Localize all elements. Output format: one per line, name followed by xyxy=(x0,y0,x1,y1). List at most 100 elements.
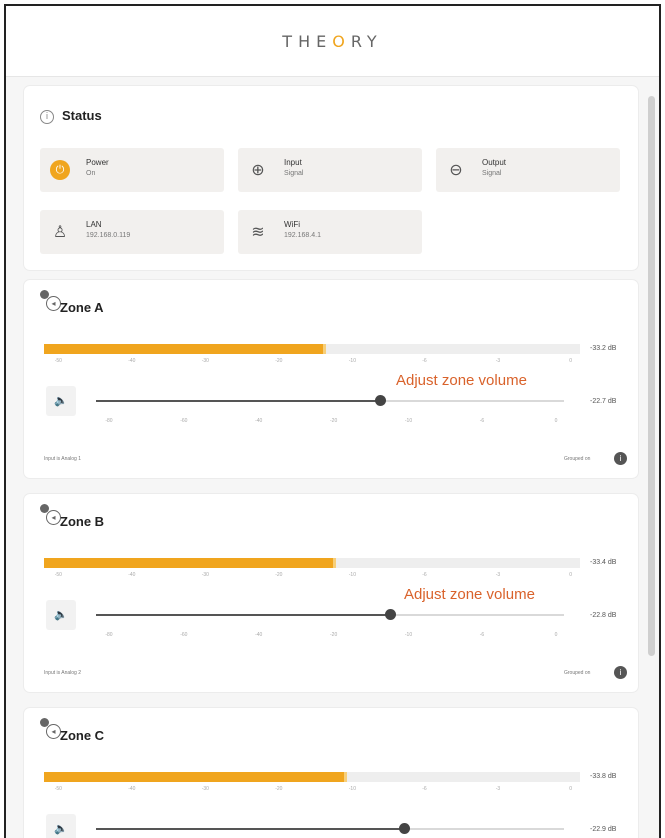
tick-label: 0 xyxy=(554,418,558,424)
meter-ticks: -50 -40 -30 -20 -10 -6 -3 0 xyxy=(44,358,580,366)
slider-knob[interactable] xyxy=(398,823,410,834)
tick-label: -80 xyxy=(105,632,113,638)
input-source-label: Input is Analog 1 xyxy=(44,456,81,462)
zone-title: Zone C xyxy=(60,728,105,743)
volume-value: -22.7 dB xyxy=(590,398,617,405)
wifi-icon: ≋ xyxy=(251,222,265,241)
tile-value: On xyxy=(86,170,96,177)
tile-value: Signal xyxy=(284,170,304,177)
slider-run xyxy=(96,400,382,402)
mute-button[interactable]: 🔈 xyxy=(46,600,76,630)
input-icon: ⊕ xyxy=(251,160,265,179)
zone-power-toggle-icon[interactable]: ◂ xyxy=(46,510,61,525)
meter-ticks: -50 -40 -30 -20 -10 -6 -3 0 xyxy=(44,572,580,580)
slider-ticks: -80 -60 -40 -20 -10 -6 0 xyxy=(96,632,564,640)
tick-label: -40 xyxy=(255,632,263,638)
lan-icon: ♙ xyxy=(52,222,68,241)
status-tile-output: ⊖ Output Signal xyxy=(436,148,620,192)
tick-label: -40 xyxy=(128,572,136,578)
tick-label: -30 xyxy=(201,358,209,364)
tick-label: -3 xyxy=(495,572,501,578)
info-icon: i xyxy=(40,110,54,124)
mute-button[interactable]: 🔈 xyxy=(46,386,76,416)
tick-label: 0 xyxy=(569,572,573,578)
tick-label: -10 xyxy=(348,786,356,792)
tick-label: -10 xyxy=(348,358,356,364)
tick-label: -60 xyxy=(180,418,188,424)
tick-label: -6 xyxy=(422,358,427,364)
slider-knob[interactable] xyxy=(384,609,396,620)
tick-label: -10 xyxy=(404,632,413,638)
tick-label: -20 xyxy=(275,786,283,792)
zone-level-meter xyxy=(44,344,580,354)
tick-label: -6 xyxy=(422,786,427,792)
volume-annotation: Adjust zone volume xyxy=(396,372,527,389)
group-status-label: Grouped on xyxy=(564,670,591,676)
slider-run xyxy=(96,828,405,830)
tick-label: 0 xyxy=(554,632,558,638)
volume-value: -22.9 dB xyxy=(590,826,617,833)
tick-label: -50 xyxy=(54,572,62,578)
tick-label: -20 xyxy=(275,572,283,578)
group-icon[interactable]: i xyxy=(614,452,627,465)
tick-label: -20 xyxy=(330,418,338,424)
volume-slider[interactable] xyxy=(96,823,564,834)
meter-value: -33.2 dB xyxy=(590,345,617,352)
tile-value: 192.168.0.119 xyxy=(86,232,131,239)
tick-label: -40 xyxy=(128,786,136,792)
zone-level-meter xyxy=(44,772,580,782)
page-scrollbar[interactable] xyxy=(648,96,655,656)
volume-annotation: Adjust zone volume xyxy=(404,586,535,603)
tick-label: -6 xyxy=(479,632,485,638)
tile-label: LAN xyxy=(86,220,102,229)
zone-power-toggle-icon[interactable]: ◂ xyxy=(46,296,61,311)
zone-card-c: ◂ Zone C -50 -40 -30 -20 -10 -6 -3 0 -33.8 dB 🔈… xyxy=(24,708,638,838)
tick-label: -3 xyxy=(495,358,501,364)
volume-slider[interactable] xyxy=(96,609,564,620)
status-tile-wifi: ≋ WiFi 192.168.4.1 xyxy=(238,210,422,254)
zone-card-a: ◂ Zone A -50 -40 -30 -20 -10 -6 -3 0 -33.2 dB 🔈… xyxy=(24,280,638,478)
tick-label: 0 xyxy=(569,786,573,792)
tick-label: -60 xyxy=(180,632,188,638)
slider-knob[interactable] xyxy=(375,395,387,406)
output-icon: ⊖ xyxy=(449,160,463,179)
tile-label: WiFi xyxy=(284,220,300,229)
meter-value: -33.4 dB xyxy=(590,559,617,566)
input-source-label: Input is Analog 2 xyxy=(44,670,81,676)
slider-run xyxy=(96,614,391,616)
app-window: THEORY i Status ⏻ Power On ⊕ Input Signa… xyxy=(4,4,661,838)
volume-slider[interactable] xyxy=(96,395,564,406)
tile-value: 192.168.4.1 xyxy=(284,232,321,239)
zone-power-toggle-icon[interactable]: ◂ xyxy=(46,724,61,739)
zone-title: Zone B xyxy=(60,514,105,529)
group-icon[interactable]: i xyxy=(614,666,627,679)
tick-label: -6 xyxy=(422,572,427,578)
tick-label: -3 xyxy=(495,786,501,792)
tick-label: -50 xyxy=(54,786,62,792)
status-tile-lan: ♙ LAN 192.168.0.119 xyxy=(40,210,224,254)
status-title: Status xyxy=(62,108,102,123)
tick-label: -30 xyxy=(201,572,209,578)
status-card: i Status ⏻ Power On ⊕ Input Signal ⊖ Out… xyxy=(24,86,638,270)
tick-label: -10 xyxy=(404,418,413,424)
volume-value: -22.8 dB xyxy=(590,612,617,619)
meter-ticks: -50 -40 -30 -20 -10 -6 -3 0 xyxy=(44,786,580,794)
tick-label: -10 xyxy=(348,572,356,578)
status-tile-power: ⏻ Power On xyxy=(40,148,224,192)
tick-label: -80 xyxy=(105,418,113,424)
tile-value: Signal xyxy=(482,170,502,177)
mute-button[interactable]: 🔈 xyxy=(46,814,76,838)
app-header: THEORY xyxy=(6,6,659,77)
meter-fill xyxy=(44,344,326,354)
tick-label: -40 xyxy=(255,418,263,424)
tile-label: Power xyxy=(86,158,109,167)
tick-label: -30 xyxy=(201,786,209,792)
zone-card-b: ◂ Zone B -50 -40 -30 -20 -10 -6 -3 0 -33.4 dB 🔈… xyxy=(24,494,638,692)
tick-label: -6 xyxy=(479,418,485,424)
brand-logo: THEORY xyxy=(282,31,383,51)
meter-value: -33.8 dB xyxy=(590,773,617,780)
tick-label: -20 xyxy=(330,632,338,638)
tile-label: Output xyxy=(482,158,507,167)
status-tile-input: ⊕ Input Signal xyxy=(238,148,422,192)
meter-fill xyxy=(44,772,348,782)
